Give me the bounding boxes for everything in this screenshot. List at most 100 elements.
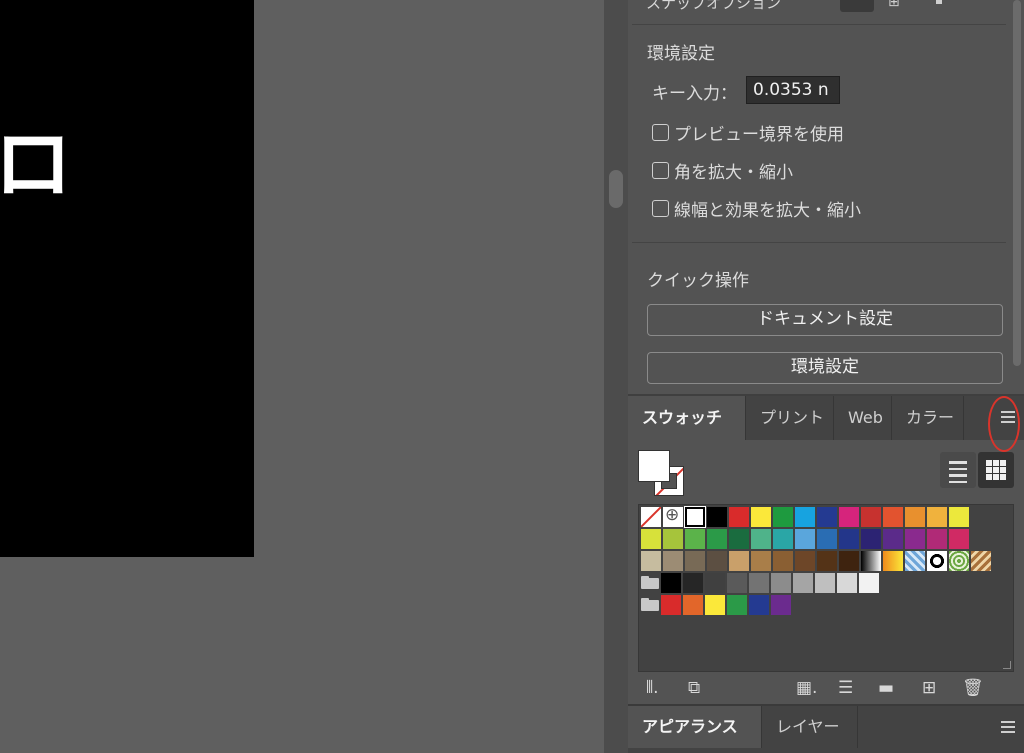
color-swatch[interactable]	[795, 551, 815, 571]
color-swatch[interactable]	[773, 529, 793, 549]
color-swatch[interactable]	[773, 507, 793, 527]
color-swatch[interactable]	[727, 573, 747, 593]
tab-swatches[interactable]: スウォッチ	[628, 396, 746, 440]
color-swatch[interactable]	[641, 551, 661, 571]
grid-view-button[interactable]	[978, 452, 1014, 488]
color-swatch[interactable]	[749, 595, 769, 615]
swatch-registration[interactable]	[663, 505, 683, 527]
color-swatch[interactable]	[751, 529, 771, 549]
document-setup-button[interactable]: ドキュメント設定	[647, 304, 1003, 336]
snap-value-field[interactable]	[840, 0, 874, 12]
color-swatch[interactable]	[707, 507, 727, 527]
color-swatch[interactable]	[773, 551, 793, 571]
color-swatch[interactable]	[793, 573, 813, 593]
checkbox-scale-corners[interactable]: 角を拡大・縮小	[652, 159, 793, 183]
color-swatch[interactable]	[705, 595, 725, 615]
color-swatch[interactable]	[905, 529, 925, 549]
color-swatch[interactable]	[859, 573, 879, 593]
swatch-pattern-dots[interactable]	[927, 551, 947, 571]
color-swatch[interactable]	[883, 507, 903, 527]
swatch-group-folder-icon[interactable]	[641, 576, 659, 590]
color-swatch[interactable]	[949, 529, 969, 549]
checkbox-icon[interactable]	[652, 199, 669, 217]
list-view-button[interactable]	[940, 452, 976, 488]
color-swatch[interactable]	[685, 551, 705, 571]
checkbox-icon[interactable]	[652, 123, 669, 141]
color-swatch[interactable]	[707, 529, 727, 549]
snap-pixel-icon[interactable]	[936, 0, 942, 4]
color-swatch[interactable]	[707, 551, 727, 571]
color-swatch[interactable]	[949, 507, 969, 527]
color-swatch[interactable]	[683, 573, 703, 593]
artboard[interactable]: ロ	[0, 0, 254, 557]
color-swatch[interactable]	[795, 529, 815, 549]
color-swatch[interactable]	[815, 573, 835, 593]
delete-icon[interactable]: 🗑	[962, 678, 984, 698]
tab-appearance[interactable]: アピアランス	[628, 706, 762, 748]
color-swatch[interactable]	[861, 529, 881, 549]
color-swatch[interactable]	[729, 507, 749, 527]
tab-print[interactable]: プリント	[746, 396, 834, 440]
splitter-grip[interactable]	[609, 170, 623, 208]
tab-layers[interactable]: レイヤー	[762, 706, 858, 748]
document-canvas[interactable]: ロ	[0, 0, 604, 753]
color-swatch[interactable]	[771, 595, 791, 615]
fill-stroke-indicator[interactable]	[638, 450, 688, 500]
properties-scrollbar[interactable]	[1013, 0, 1021, 366]
new-group-icon[interactable]: ▬	[878, 678, 894, 698]
swatch-pattern-green[interactable]	[949, 551, 969, 571]
color-swatch[interactable]	[795, 507, 815, 527]
color-swatch[interactable]	[751, 551, 771, 571]
swatch-none[interactable]	[641, 507, 661, 527]
panel-menu-icon[interactable]	[998, 718, 1018, 738]
resize-handle[interactable]	[1003, 661, 1011, 669]
color-swatch[interactable]	[771, 573, 791, 593]
swatch-white[interactable]	[684, 506, 706, 528]
color-swatch[interactable]	[751, 507, 771, 527]
color-swatch[interactable]	[905, 507, 925, 527]
checkbox-icon[interactable]	[652, 161, 669, 179]
keyboard-increment-input[interactable]	[746, 76, 840, 104]
color-swatch[interactable]	[837, 573, 857, 593]
color-swatch[interactable]	[683, 595, 703, 615]
color-swatch[interactable]	[661, 573, 681, 593]
panel-splitter[interactable]	[604, 0, 628, 753]
new-swatch-icon[interactable]: ⊞	[922, 678, 936, 698]
library-icon[interactable]: ⫴.	[646, 678, 659, 698]
swatch-grad-ye[interactable]	[883, 551, 903, 571]
fill-swatch[interactable]	[638, 450, 670, 482]
swatch-options-icon[interactable]: ☰	[838, 678, 853, 698]
color-swatch[interactable]	[839, 507, 859, 527]
swatch-group-folder-icon[interactable]	[641, 598, 659, 612]
color-swatch[interactable]	[839, 529, 859, 549]
swatch-pattern-blue[interactable]	[905, 551, 925, 571]
color-swatch[interactable]	[663, 529, 683, 549]
color-swatch[interactable]	[927, 529, 947, 549]
swatch-grad-bw[interactable]	[861, 551, 881, 571]
swatch-kind-icon[interactable]: ▦.	[796, 678, 817, 698]
tab-color[interactable]: カラー	[892, 396, 964, 440]
color-swatch[interactable]	[705, 573, 725, 593]
snap-grid-icon[interactable]: ⊞	[888, 0, 900, 10]
color-swatch[interactable]	[727, 595, 747, 615]
tab-web[interactable]: Web	[834, 396, 892, 440]
color-swatch[interactable]	[641, 529, 661, 549]
swatch-pattern-brown[interactable]	[971, 551, 991, 571]
color-swatch[interactable]	[817, 551, 837, 571]
artboard-text[interactable]: ロ	[0, 126, 72, 204]
preferences-button[interactable]: 環境設定	[647, 352, 1003, 384]
color-swatch[interactable]	[663, 551, 683, 571]
color-swatch[interactable]	[839, 551, 859, 571]
checkbox-scale-strokes-effects[interactable]: 線幅と効果を拡大・縮小	[652, 197, 861, 221]
color-swatch[interactable]	[749, 573, 769, 593]
color-swatch[interactable]	[729, 551, 749, 571]
color-swatch[interactable]	[883, 529, 903, 549]
checkbox-use-preview-bounds[interactable]: プレビュー境界を使用	[652, 121, 844, 145]
color-swatch[interactable]	[685, 529, 705, 549]
color-swatch[interactable]	[861, 507, 881, 527]
place-swatch-icon[interactable]: ⧉	[688, 678, 700, 698]
color-swatch[interactable]	[927, 507, 947, 527]
color-swatch[interactable]	[661, 595, 681, 615]
color-swatch[interactable]	[729, 529, 749, 549]
color-swatch[interactable]	[817, 529, 837, 549]
